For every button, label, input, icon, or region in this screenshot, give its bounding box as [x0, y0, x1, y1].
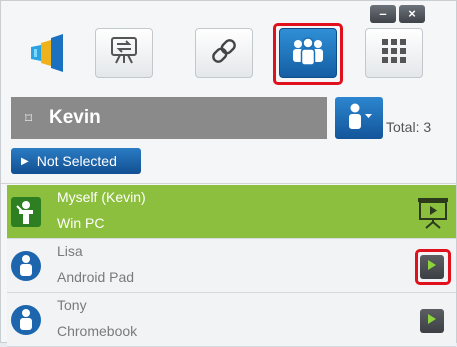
device-row-self[interactable]: Myself (Kevin) Win PC: [7, 185, 456, 239]
link-icon: [209, 36, 239, 71]
device-type: Win PC: [57, 215, 105, 231]
pin-icon: ⌑: [25, 109, 33, 126]
not-selected-button[interactable]: ▶ Not Selected: [11, 148, 141, 174]
link-button[interactable]: [195, 28, 253, 78]
device-user-name: Tony: [57, 297, 87, 313]
presenter-name-bar: ⌑ Kevin: [11, 97, 327, 139]
screen-swap-icon: [107, 36, 141, 71]
grid-layout-button[interactable]: [365, 28, 423, 78]
total-count: Total: 3: [386, 119, 432, 135]
device-type: Android Pad: [57, 269, 135, 285]
presenter-icon: [344, 102, 374, 135]
divider: [1, 183, 457, 184]
role-select-button[interactable]: [335, 97, 383, 139]
play-button-highlight: [415, 249, 451, 285]
presenter-avatar-icon: [11, 197, 41, 227]
not-selected-label: Not Selected: [36, 153, 117, 169]
device-user-name: Myself (Kevin): [57, 189, 146, 205]
device-row[interactable]: Lisa Android Pad: [7, 239, 456, 293]
grid-icon: [380, 37, 408, 70]
device-type: Chromebook: [57, 323, 138, 339]
user-avatar-icon: [11, 305, 41, 335]
play-icon: [427, 312, 437, 330]
presentation-screen-icon[interactable]: [416, 195, 450, 229]
user-avatar-icon: [11, 251, 41, 281]
play-arrow-icon: ▶: [21, 155, 29, 167]
users-tab-highlight: [273, 23, 343, 85]
device-row[interactable]: Tony Chromebook: [7, 293, 456, 347]
device-user-name: Lisa: [57, 243, 83, 259]
play-button[interactable]: [420, 309, 444, 333]
presenter-name: Kevin: [49, 107, 101, 128]
toolbar: [7, 21, 452, 91]
app-window: – × ⌑ Kevin Total: 3 ▶ Not Selected Myse…: [0, 0, 457, 347]
app-logo-icon: [27, 33, 73, 73]
screen-swap-button[interactable]: [95, 28, 153, 78]
